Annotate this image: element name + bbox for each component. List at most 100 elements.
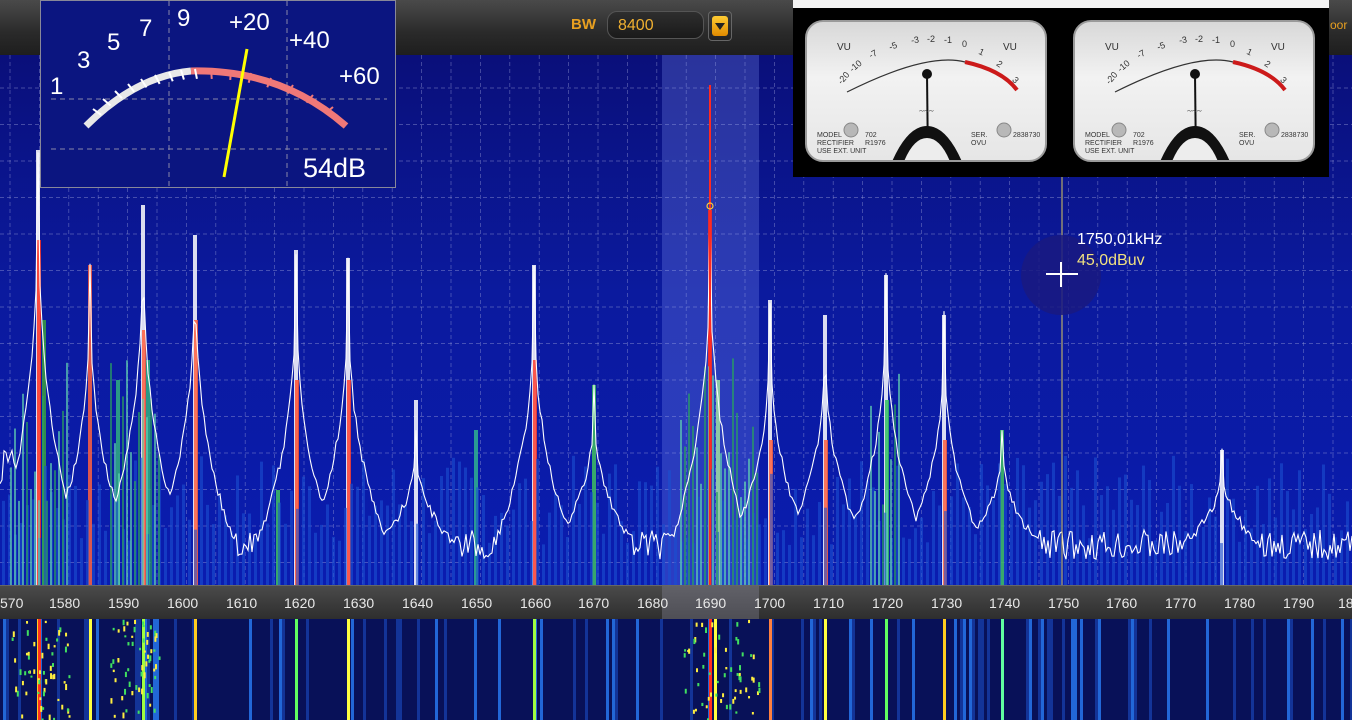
waterfall-streak: [1128, 619, 1131, 720]
vu-screw: [1111, 122, 1127, 138]
signal-cluster-bar: [62, 410, 64, 585]
signal-cluster-bar: [18, 500, 20, 585]
waterfall-streak: [414, 619, 417, 720]
noise-bar: [104, 530, 107, 585]
noise-bar: [410, 521, 413, 585]
waterfall-speckle: [51, 663, 54, 667]
noise-bar: [860, 461, 863, 585]
noise-bar: [524, 478, 527, 585]
waterfall-speckle: [51, 652, 54, 656]
waterfall-speckle: [50, 673, 53, 680]
waterfall-streak: [1155, 619, 1158, 720]
waterfall-streak: [1278, 619, 1281, 720]
signal-cluster-bar: [716, 492, 718, 585]
waterfall-speckle: [734, 689, 737, 693]
noise-bar: [1226, 458, 1229, 585]
waterfall-streak: [0, 619, 3, 720]
signal-cluster-bar: [50, 463, 52, 585]
waterfall-streak: [687, 619, 690, 720]
vu-red-zone: [1232, 60, 1287, 92]
signal-cluster-bar: [732, 358, 734, 585]
noise-bar: [1244, 509, 1247, 585]
waterfall-streak: [816, 619, 819, 720]
bandwidth-dropdown-button[interactable]: [708, 11, 732, 41]
waterfall-streak: [255, 619, 258, 720]
waterfall-streak: [990, 619, 993, 720]
waterfall-streak: [390, 619, 393, 720]
waterfall-streak: [525, 619, 528, 720]
signal-cluster-bar: [752, 426, 754, 585]
waterfall-streak: [366, 619, 369, 720]
waterfall-speckle: [738, 672, 741, 677]
vu-ovu-label: OVU: [1239, 140, 1255, 147]
waterfall-speckle: [110, 698, 113, 704]
waterfall-streak: [447, 619, 450, 720]
noise-bar: [344, 507, 347, 585]
waterfall-speckle: [154, 675, 157, 680]
noise-bar: [668, 470, 671, 585]
bandwidth-input[interactable]: 8400: [607, 11, 704, 39]
waterfall-speckle: [141, 665, 144, 671]
waterfall-streak: [1095, 619, 1098, 720]
waterfall-streak: [651, 619, 654, 720]
waterfall-streak: [672, 619, 675, 720]
waterfall-speckle: [122, 619, 125, 626]
waterfall-speckle: [64, 646, 67, 653]
waterfall-streak: [117, 619, 120, 720]
waterfall-streak: [549, 619, 552, 720]
waterfall-streak: [996, 619, 999, 720]
noise-bar: [308, 486, 311, 585]
waterfall-streak: [963, 619, 966, 720]
waterfall-streak: [1107, 619, 1110, 720]
waterfall-streak: [567, 619, 570, 720]
noise-bar: [836, 476, 839, 585]
waterfall-streak: [1170, 619, 1173, 720]
waterfall-streak: [1191, 619, 1194, 720]
waterfall-streak: [1347, 619, 1350, 720]
waterfall-speckle: [692, 709, 695, 714]
waterfall-speckle: [114, 678, 117, 683]
noise-bar: [464, 467, 467, 585]
waterfall-streak: [339, 619, 342, 720]
waterfall-speckle: [148, 684, 151, 687]
noise-bar: [818, 501, 821, 585]
waterfall-speckle: [715, 693, 718, 697]
waterfall-streak: [741, 619, 744, 720]
waterfall-streak: [231, 619, 234, 720]
waterfall-streak: [1194, 619, 1197, 720]
waterfall-streak: [1017, 619, 1020, 720]
waterfall-streak: [1260, 619, 1263, 720]
waterfall-streak: [1008, 619, 1011, 720]
waterfall-streak: [603, 619, 606, 720]
waterfall-speckle: [63, 681, 66, 684]
waterfall-streak: [453, 619, 456, 720]
noise-bar: [806, 508, 809, 585]
waterfall-streak: [42, 619, 45, 720]
waterfall-streak: [582, 619, 585, 720]
waterfall-streak: [690, 619, 693, 720]
waterfall-speckle: [154, 636, 157, 642]
waterfall-streak: [633, 619, 636, 720]
waterfall-speckle: [53, 645, 56, 648]
noise-bar: [1328, 493, 1331, 585]
axis-tick: 1590: [108, 595, 140, 611]
waterfall-speckle: [758, 687, 761, 694]
waterfall-speckle: [123, 626, 126, 632]
noise-bar: [200, 456, 203, 585]
signal-cluster-bar: [728, 452, 730, 585]
noise-bar: [80, 538, 83, 585]
waterfall-streak: [804, 619, 807, 720]
axis-tick: 1580: [49, 595, 81, 611]
waterfall-plot[interactable]: [0, 619, 1352, 720]
waterfall-streak: [1290, 619, 1293, 720]
waterfall-streak: [1161, 619, 1164, 720]
waterfall-streak: [93, 619, 96, 720]
waterfall-display[interactable]: [0, 619, 1352, 720]
frequency-axis[interactable]: 570 1580 1590 1600 1610 1620 1630 1640 1…: [0, 585, 1352, 619]
noise-bar: [848, 478, 851, 585]
waterfall-streak: [537, 619, 540, 720]
signal-cluster-bar: [882, 504, 884, 585]
waterfall-streak: [354, 619, 357, 720]
axis-tick: 1750: [1048, 595, 1080, 611]
waterfall-speckle: [720, 699, 723, 703]
